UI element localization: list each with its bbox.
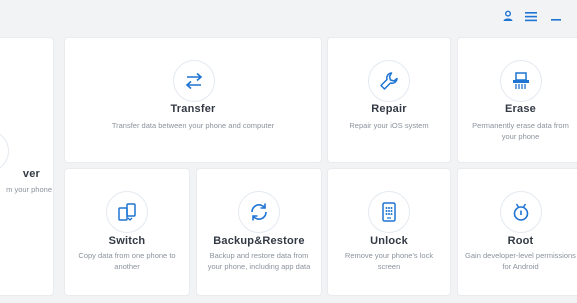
phones-switch-icon	[106, 191, 148, 233]
hamburger-menu-icon[interactable]	[523, 8, 539, 24]
backup-restore-title: Backup&Restore	[213, 235, 305, 247]
user-icon[interactable]	[500, 8, 516, 24]
title-bar	[0, 0, 577, 34]
unlock-desc: Remove your phone's lock screen	[344, 251, 434, 271]
recover-card[interactable]: ver m your phone	[0, 38, 53, 295]
erase-desc: Permanently erase data from your phone	[472, 121, 569, 141]
transfer-arrows-icon	[173, 60, 215, 102]
repair-title: Repair	[371, 103, 407, 115]
erase-title: Erase	[505, 103, 536, 115]
wrench-icon	[368, 60, 410, 102]
switch-title: Switch	[108, 235, 146, 247]
recover-icon	[0, 130, 9, 172]
sync-icon	[238, 191, 280, 233]
erase-card[interactable]: Erase Permanently erase data from your p…	[458, 38, 577, 162]
unlock-card[interactable]: Unlock Remove your phone's lock screen	[328, 169, 450, 295]
recover-desc: m your phone	[6, 185, 52, 194]
switch-card[interactable]: Switch Copy data from one phone to anoth…	[65, 169, 189, 295]
unlock-title: Unlock	[370, 235, 408, 247]
repair-desc: Repair your iOS system	[349, 121, 429, 130]
transfer-title: Transfer	[170, 103, 216, 115]
recover-title: ver	[22, 168, 40, 180]
minimize-icon[interactable]	[548, 8, 564, 24]
transfer-card[interactable]: Transfer Transfer data between your phon…	[65, 38, 321, 162]
root-title: Root	[507, 235, 534, 247]
phone-keypad-icon	[368, 191, 410, 233]
switch-desc: Copy data from one phone to another	[78, 251, 176, 271]
root-desc: Gain developer-level permissions for And…	[465, 251, 576, 271]
backup-restore-card[interactable]: Backup&Restore Backup and restore data f…	[197, 169, 321, 295]
root-icon	[500, 191, 542, 233]
transfer-desc: Transfer data between your phone and com…	[111, 121, 275, 130]
root-card[interactable]: Root Gain developer-level permissions fo…	[458, 169, 577, 295]
backup-restore-desc: Backup and restore data from your phone,…	[207, 251, 311, 271]
repair-card[interactable]: Repair Repair your iOS system	[328, 38, 450, 162]
shredder-icon	[500, 60, 542, 102]
